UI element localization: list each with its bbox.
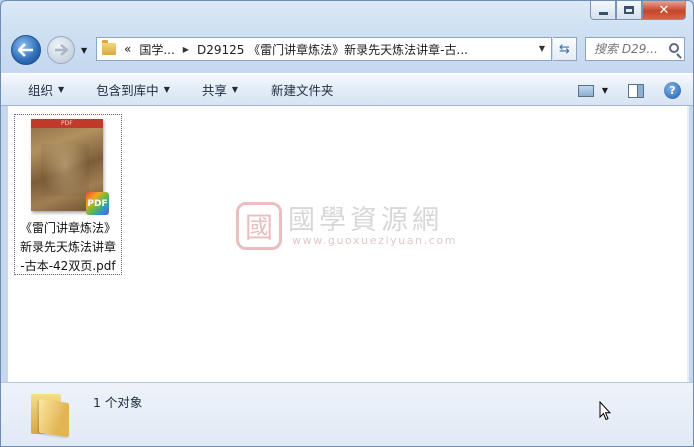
chevron-down-icon: ▼ xyxy=(163,85,170,94)
chevron-down-icon: ▼ xyxy=(231,85,239,94)
back-button[interactable] xyxy=(11,35,41,65)
explorer-window: ✕ ▼ « 国学... ▶ D29125 《雷门讲章炼法》新录先天炼法讲章-古.… xyxy=(0,0,694,447)
item-count: 1 个对象 xyxy=(93,395,143,410)
navigation-bar: ▼ « 国学... ▶ D29125 《雷门讲章炼法》新录先天炼法讲章-古...… xyxy=(1,29,693,69)
arrow-left-icon xyxy=(18,43,33,57)
thumbnail-texture xyxy=(41,144,89,196)
watermark: 國 國學資源網 www.guoxueziyuan.com xyxy=(236,198,496,254)
change-view-icon[interactable] xyxy=(577,84,594,97)
new-folder-label: 新建文件夹 xyxy=(271,83,334,98)
new-folder-button[interactable]: 新建文件夹 xyxy=(251,74,347,105)
maximize-icon xyxy=(624,6,634,14)
pdf-icon: PDF xyxy=(86,192,109,215)
folder-icon xyxy=(102,40,116,55)
organize-label: 组织 xyxy=(28,83,54,98)
view-controls: ▼ ? xyxy=(568,74,693,107)
file-name-line-2: 新录先天炼法讲章 xyxy=(19,240,116,254)
preview-pane-icon[interactable] xyxy=(628,83,644,98)
breadcrumb-item-guoxue[interactable]: 国学... xyxy=(139,41,174,58)
folder-icon xyxy=(31,391,69,438)
watermark-seal-icon: 國 xyxy=(236,202,282,250)
details-pane: 1 个对象 xyxy=(1,382,693,446)
file-name-label: 《雷门讲章炼法》 新录先天炼法讲章 -古本-42双页.pdf xyxy=(15,219,121,276)
forward-button[interactable] xyxy=(47,36,75,64)
watermark-url: www.guoxueziyuan.com xyxy=(292,234,458,247)
search-input[interactable] xyxy=(594,42,664,56)
share-label: 共享 xyxy=(201,83,227,98)
chevron-right-icon[interactable]: ▶ xyxy=(183,45,189,54)
view-options-dropdown[interactable]: ▼ xyxy=(602,86,608,95)
file-item-pdf[interactable]: PDF PDF 《雷门讲章炼法》 新录先天炼法讲章 -古本-42双页.pdf xyxy=(14,114,122,275)
search-box[interactable] xyxy=(585,37,685,61)
arrow-right-icon xyxy=(55,44,68,56)
share-menu[interactable]: 共享 ▼ xyxy=(183,74,251,105)
search-icon[interactable] xyxy=(669,43,679,53)
refresh-icon: ⇆ xyxy=(559,41,570,57)
include-in-library-label: 包含到库中 xyxy=(96,83,159,98)
file-name-line-1: 《雷门讲章炼法》 xyxy=(19,221,116,235)
refresh-button[interactable]: ⇆ xyxy=(553,37,577,61)
breadcrumb-item-current[interactable]: D29125 《雷门讲章炼法》新录先天炼法讲章-古... xyxy=(197,41,468,58)
include-in-library-menu[interactable]: 包含到库中 ▼ xyxy=(77,74,183,105)
close-icon: ✕ xyxy=(658,2,670,18)
close-button[interactable]: ✕ xyxy=(642,1,686,20)
breadcrumb-overflow[interactable]: « xyxy=(124,42,131,56)
minimize-icon xyxy=(598,11,608,15)
caption-buttons: ✕ xyxy=(590,1,686,21)
command-bar: 组织 ▼ 包含到库中 ▼ 共享 ▼ 新建文件夹 ▼ ? xyxy=(1,73,693,107)
chevron-down-icon: ▼ xyxy=(58,85,65,94)
address-bar[interactable]: « 国学... ▶ D29125 《雷门讲章炼法》新录先天炼法讲章-古... ▼ xyxy=(96,37,552,61)
watermark-title: 國學資源網 xyxy=(288,205,443,236)
minimize-button[interactable] xyxy=(590,1,616,20)
help-icon[interactable]: ? xyxy=(664,82,681,99)
mouse-cursor-icon xyxy=(599,401,611,421)
file-name-line-3: -古本-42双页.pdf xyxy=(20,259,116,273)
organize-menu[interactable]: 组织 ▼ xyxy=(1,74,77,105)
scroll-edge xyxy=(687,106,689,382)
maximize-button[interactable] xyxy=(616,1,642,20)
chevron-down-icon[interactable]: ▼ xyxy=(539,44,545,53)
recent-pages-dropdown[interactable]: ▼ xyxy=(81,46,87,55)
thumbnail-header-mark: PDF xyxy=(61,120,73,127)
file-list-area[interactable]: PDF PDF 《雷门讲章炼法》 新录先天炼法讲章 -古本-42双页.pdf 國… xyxy=(8,106,689,382)
